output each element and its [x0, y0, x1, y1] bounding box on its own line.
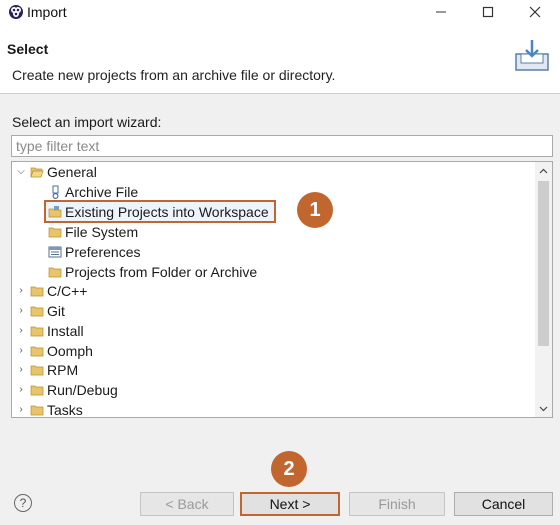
- folder-icon: [30, 385, 44, 396]
- scroll-up-button[interactable]: [535, 162, 552, 179]
- help-button[interactable]: ?: [14, 494, 32, 512]
- wizard-list-label: Select an import wizard:: [12, 114, 162, 130]
- minimize-button[interactable]: [418, 0, 464, 24]
- filter-input[interactable]: [11, 135, 553, 157]
- chevron-right-icon[interactable]: ›: [16, 400, 26, 417]
- tree-item-label: General: [47, 164, 97, 180]
- folder-icon: [30, 346, 44, 357]
- next-button[interactable]: Next >: [240, 492, 340, 516]
- finish-button[interactable]: Finish: [349, 492, 445, 516]
- tree-item-label: File System: [65, 224, 139, 240]
- folder-icon: [30, 326, 44, 337]
- folder-icon: [30, 286, 44, 297]
- tree-scrollbar[interactable]: [535, 162, 552, 417]
- cancel-button[interactable]: Cancel: [454, 492, 553, 516]
- scroll-thumb[interactable]: [538, 181, 549, 346]
- tree-item-git[interactable]: › Git: [12, 301, 532, 321]
- tree-item-oomph[interactable]: › Oomph: [12, 341, 532, 361]
- chevron-right-icon[interactable]: ›: [16, 301, 26, 321]
- tree-item-label: Preferences: [65, 244, 141, 260]
- window-title: Import: [27, 4, 67, 20]
- folder-icon: [48, 227, 62, 238]
- chevron-down-icon: [539, 406, 548, 411]
- step-1-badge: 1: [297, 192, 333, 228]
- page-title: Select: [7, 41, 49, 57]
- folder-icon: [48, 267, 62, 278]
- tree-item-label: Run/Debug: [47, 382, 118, 398]
- tree-item-label: Projects from Folder or Archive: [65, 264, 258, 280]
- chevron-right-icon[interactable]: ›: [16, 360, 26, 380]
- tree-item-label: Archive File: [65, 184, 139, 200]
- tree-item-label: Oomph: [47, 343, 93, 359]
- tree-item-label: C/C++: [47, 283, 88, 299]
- folder-icon: [30, 365, 44, 376]
- tree-item-label: Existing Projects into Workspace: [65, 204, 269, 220]
- back-button[interactable]: < Back: [140, 492, 234, 516]
- tree-item-label: RPM: [47, 362, 79, 378]
- tree-item-projects-from-folder[interactable]: Projects from Folder or Archive: [12, 262, 532, 282]
- folder-icon: [30, 405, 44, 416]
- minimize-icon: [436, 11, 446, 13]
- maximize-button[interactable]: [465, 0, 511, 24]
- tree-item-install[interactable]: › Install: [12, 321, 532, 341]
- folder-icon: [30, 306, 44, 317]
- chevron-up-icon: [539, 168, 548, 173]
- page-description: Create new projects from an archive file…: [12, 67, 336, 83]
- tree-item-rpm[interactable]: › RPM: [12, 360, 532, 380]
- archive-icon: [52, 185, 59, 199]
- close-icon: [529, 6, 541, 18]
- wizard-header: Select Create new projects from an archi…: [0, 26, 560, 94]
- tree-item-run-debug[interactable]: › Run/Debug: [12, 380, 532, 400]
- tree-item-label: Tasks: [47, 402, 83, 418]
- chevron-right-icon[interactable]: ›: [16, 281, 26, 301]
- tree-item-label: Git: [47, 303, 65, 319]
- chevron-down-icon[interactable]: ⌵: [16, 162, 26, 182]
- chevron-right-icon[interactable]: ›: [16, 380, 26, 400]
- eclipse-app-icon: [9, 5, 23, 19]
- folder-open-icon: [30, 167, 44, 178]
- tree-item-existing-projects[interactable]: Existing Projects into Workspace: [12, 202, 532, 222]
- maximize-icon: [482, 6, 494, 18]
- tree-item-tasks[interactable]: › Tasks: [12, 400, 532, 418]
- close-button[interactable]: [512, 0, 558, 24]
- scroll-down-button[interactable]: [535, 400, 552, 417]
- preferences-icon: [48, 246, 62, 258]
- wizard-tree[interactable]: ⌵ General Archive File Existing Projects…: [11, 161, 553, 418]
- tree-item-preferences[interactable]: Preferences: [12, 242, 532, 262]
- import-banner-icon: [515, 40, 549, 71]
- tree-item-file-system[interactable]: File System: [12, 222, 532, 242]
- tree-item-general[interactable]: ⌵ General: [12, 162, 532, 182]
- step-2-badge: 2: [271, 451, 307, 487]
- tree-item-cpp[interactable]: › C/C++: [12, 281, 532, 301]
- chevron-right-icon[interactable]: ›: [16, 321, 26, 341]
- project-icon: [48, 206, 62, 218]
- tree-item-archive-file[interactable]: Archive File: [12, 182, 532, 202]
- title-bar: Import: [0, 0, 560, 26]
- chevron-right-icon[interactable]: ›: [16, 341, 26, 361]
- tree-item-label: Install: [47, 323, 84, 339]
